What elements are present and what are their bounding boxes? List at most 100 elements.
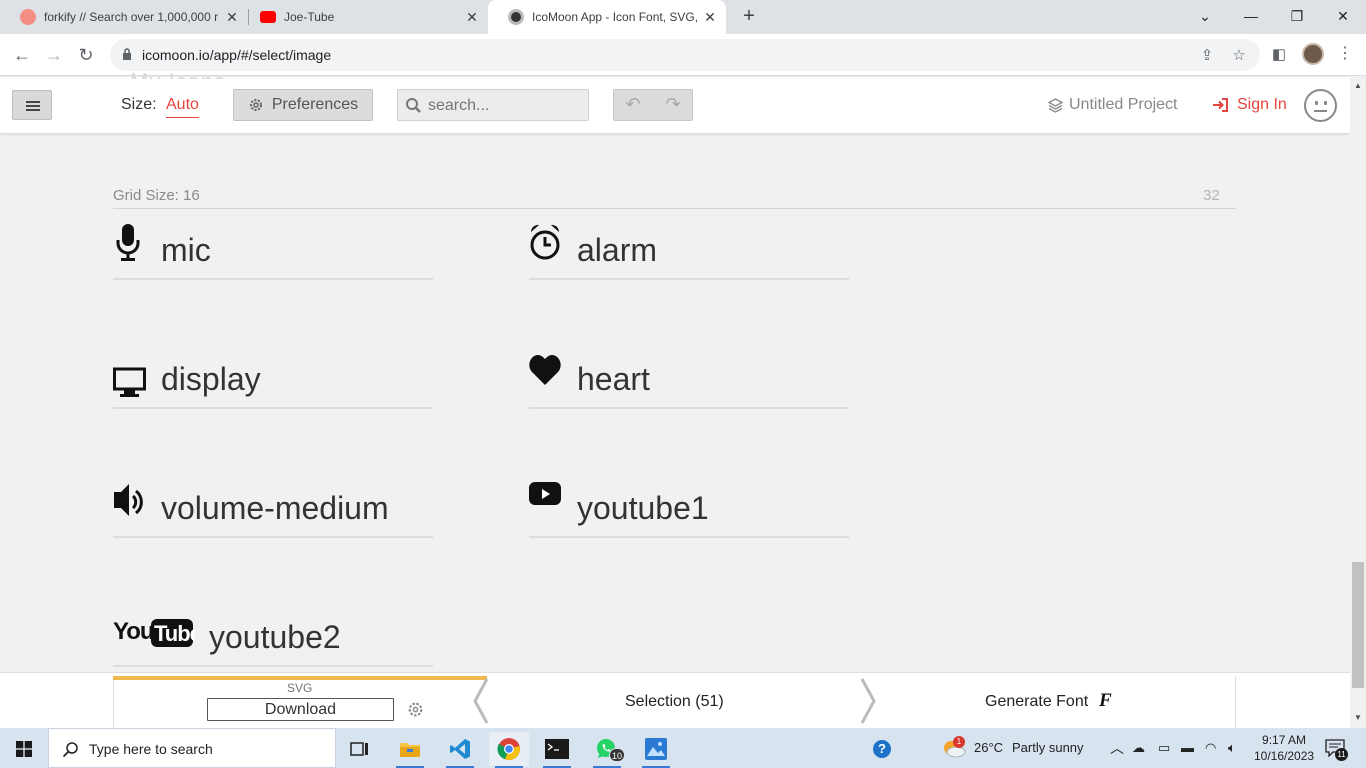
photos-icon[interactable] bbox=[636, 732, 676, 768]
grid-size-max: 32 bbox=[1203, 187, 1220, 204]
forkify-favicon-icon bbox=[20, 9, 36, 25]
new-tab-button[interactable]: + bbox=[738, 5, 760, 27]
browser-tab-strip: forkify // Search over 1,000,000 r ✕ Joe… bbox=[0, 0, 1366, 34]
taskbar-clock[interactable]: 9:17 AM 10/16/2023 bbox=[1254, 732, 1314, 764]
help-icon[interactable]: ? bbox=[862, 732, 902, 766]
youtube-logo-icon: You Tube bbox=[113, 618, 195, 647]
font-f-icon: F bbox=[1099, 690, 1112, 711]
forward-button[interactable]: → bbox=[41, 42, 67, 68]
chevron-up-icon[interactable]: ︿ bbox=[1110, 738, 1124, 758]
sign-in-link[interactable]: Sign In bbox=[1212, 96, 1287, 114]
grid-size-slider[interactable] bbox=[113, 208, 1236, 209]
tab-search-chevron-icon[interactable]: ⌄ bbox=[1182, 0, 1228, 34]
sign-in-icon bbox=[1213, 98, 1228, 112]
preferences-button[interactable]: Preferences bbox=[233, 89, 373, 121]
chrome-icon[interactable] bbox=[489, 732, 529, 768]
size-select[interactable]: Auto bbox=[166, 96, 199, 118]
redo-icon[interactable]: ↷ bbox=[658, 94, 688, 116]
search-input[interactable] bbox=[428, 96, 578, 116]
glyph-display[interactable]: display bbox=[113, 349, 433, 409]
task-view-icon[interactable] bbox=[340, 732, 380, 766]
tab-icomoon[interactable]: IcoMoon App - Icon Font, SVG, I ✕ bbox=[488, 0, 726, 34]
glyph-volume-medium[interactable]: volume-medium bbox=[113, 478, 433, 538]
selection-tab[interactable]: Selection (51) bbox=[625, 693, 724, 711]
meet-now-icon[interactable]: ▭ bbox=[1158, 740, 1170, 756]
back-button[interactable]: ← bbox=[9, 42, 35, 68]
bookmark-star-icon[interactable]: ☆ bbox=[1230, 47, 1248, 65]
preferences-label: Preferences bbox=[271, 96, 359, 113]
main-menu-button[interactable] bbox=[12, 90, 52, 120]
undo-icon[interactable]: ↶ bbox=[618, 94, 648, 116]
svg-text:Tube: Tube bbox=[154, 621, 195, 646]
neutral-face-icon[interactable] bbox=[1304, 89, 1337, 122]
glyph-youtube2[interactable]: You Tube youtube2 bbox=[113, 607, 433, 667]
vscode-icon[interactable] bbox=[440, 732, 480, 768]
tab-title: forkify // Search over 1,000,000 r bbox=[44, 10, 219, 24]
temperature-text[interactable]: 26°C bbox=[974, 740, 1003, 755]
scroll-thumb[interactable] bbox=[1352, 562, 1364, 688]
tab-forkify[interactable]: forkify // Search over 1,000,000 r ✕ bbox=[0, 0, 248, 34]
taskbar-search-placeholder: Type here to search bbox=[89, 741, 213, 757]
restore-button[interactable]: ❐ bbox=[1274, 0, 1320, 34]
url-text: icomoon.io/app/#/select/image bbox=[142, 47, 332, 63]
close-tab-icon[interactable]: ✕ bbox=[224, 9, 240, 26]
whatsapp-badge: 10 bbox=[609, 748, 625, 762]
glyph-heart[interactable]: heart bbox=[529, 349, 849, 409]
face-eye bbox=[1324, 101, 1327, 105]
chevron-right-icon bbox=[860, 678, 876, 724]
minimize-button[interactable]: — bbox=[1228, 0, 1274, 34]
grid-size-label: Grid Size: 16 bbox=[113, 187, 200, 204]
scroll-up-icon[interactable]: ▲ bbox=[1352, 81, 1364, 93]
glyph-mic[interactable]: mic bbox=[113, 220, 433, 280]
gear-icon bbox=[249, 99, 262, 111]
youtube-icon bbox=[529, 482, 561, 505]
undo-redo-group: ↶ ↷ bbox=[613, 89, 693, 121]
side-panel-icon[interactable]: ◧ bbox=[1270, 46, 1288, 64]
face-mouth bbox=[1314, 110, 1327, 112]
hamburger-line bbox=[26, 101, 40, 103]
download-settings-gear-icon[interactable] bbox=[407, 701, 424, 718]
lock-icon bbox=[123, 48, 131, 60]
face-eye bbox=[1315, 101, 1318, 105]
notifications-icon[interactable]: 11 bbox=[1325, 739, 1348, 761]
project-button[interactable]: Untitled Project bbox=[1048, 96, 1178, 114]
volume-medium-icon bbox=[114, 484, 143, 516]
glyph-name: youtube2 bbox=[209, 619, 341, 655]
windows-taskbar: Type here to search 10 ? 1 26°C Partly s… bbox=[0, 728, 1366, 768]
whatsapp-icon[interactable]: 10 bbox=[587, 732, 627, 768]
tab-title: IcoMoon App - Icon Font, SVG, I bbox=[532, 10, 702, 24]
tab-joe-tube[interactable]: Joe-Tube ✕ bbox=[240, 0, 488, 34]
address-bar[interactable]: icomoon.io/app/#/select/image ⇪ ☆ bbox=[110, 39, 1260, 71]
alarm-icon bbox=[530, 224, 560, 260]
weather-text[interactable]: Partly sunny bbox=[1012, 740, 1084, 755]
taskbar-search-box[interactable]: Type here to search bbox=[48, 728, 336, 768]
glyph-name: mic bbox=[161, 232, 211, 268]
glyph-youtube1[interactable]: youtube1 bbox=[529, 478, 849, 538]
file-explorer-icon[interactable] bbox=[390, 732, 430, 768]
reload-button[interactable]: ↻ bbox=[73, 42, 99, 68]
search-box[interactable] bbox=[397, 89, 589, 121]
onedrive-cloud-icon[interactable]: ☁ bbox=[1132, 740, 1145, 756]
terminal-icon[interactable] bbox=[537, 732, 577, 768]
glyph-alarm[interactable]: alarm bbox=[529, 220, 849, 280]
project-label: Untitled Project bbox=[1069, 96, 1178, 113]
generate-font-button[interactable]: Generate Font bbox=[985, 693, 1088, 711]
glyph-name: alarm bbox=[577, 232, 658, 268]
profile-avatar[interactable] bbox=[1302, 43, 1324, 65]
close-tab-icon[interactable]: ✕ bbox=[702, 9, 718, 26]
share-icon[interactable]: ⇪ bbox=[1198, 47, 1216, 65]
close-window-button[interactable]: ✕ bbox=[1320, 0, 1366, 34]
wifi-icon[interactable]: ◠ bbox=[1205, 740, 1216, 756]
svg-format-label: SVG bbox=[287, 681, 313, 695]
glyph-name: youtube1 bbox=[577, 490, 709, 526]
battery-icon[interactable]: ▬ bbox=[1181, 740, 1194, 755]
ghost-set-title: My Icons bbox=[130, 69, 226, 79]
browser-menu-icon[interactable]: ⋮ bbox=[1337, 42, 1353, 68]
windows-start-icon[interactable] bbox=[16, 741, 32, 757]
scroll-down-icon[interactable]: ▼ bbox=[1352, 713, 1364, 725]
hamburger-line bbox=[26, 105, 40, 107]
volume-icon[interactable]: 🔈︎ bbox=[1228, 740, 1236, 756]
mic-icon bbox=[116, 224, 140, 261]
close-tab-icon[interactable]: ✕ bbox=[464, 9, 480, 26]
download-button[interactable]: Download bbox=[207, 698, 394, 721]
